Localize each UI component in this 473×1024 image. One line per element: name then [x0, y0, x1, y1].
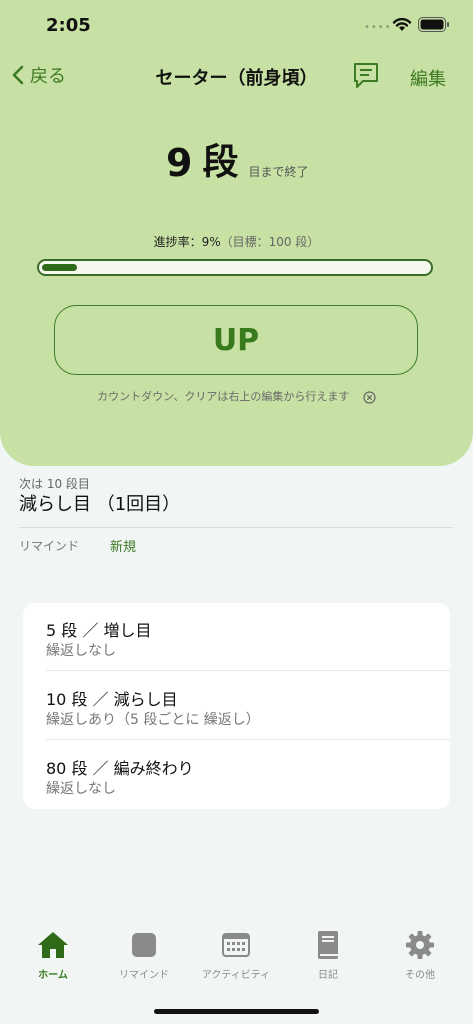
reminder-list: 5 段 ／ 増し目 繰返しなし 10 段 ／ 減らし目 繰返しあり（5 段ごとに… [23, 603, 450, 809]
divider [19, 527, 453, 528]
tab-activity[interactable]: アクティビティ [189, 928, 283, 981]
square-icon [132, 933, 156, 957]
status-time: 2:05 [46, 15, 91, 36]
list-item[interactable]: 80 段 ／ 編み終わり 繰返しなし [23, 741, 450, 809]
reminder-repeat: 繰返しなし [46, 643, 116, 659]
row-counter: 9 段 目まで終了 [166, 142, 308, 184]
progress-goal: （目標：100 段） [220, 235, 320, 249]
current-row-number: 9 [166, 141, 193, 185]
reminder-repeat: 繰返しあり（5 段ごとに 繰返し） [46, 712, 260, 728]
home-indicator [154, 1009, 319, 1014]
calendar-icon [222, 933, 250, 957]
up-button[interactable]: UP [54, 305, 418, 375]
wifi-icon [392, 17, 412, 31]
list-item[interactable]: 5 段 ／ 増し目 繰返しなし [23, 603, 450, 671]
row-separator [46, 739, 450, 740]
tab-home[interactable]: ホーム [6, 928, 100, 981]
status-bar: 2:05 •••• [0, 0, 473, 52]
list-item[interactable]: 10 段 ／ 減らし目 繰返しあり（5 段ごとに 繰返し） [23, 672, 450, 740]
tab-label: ホーム [38, 970, 68, 981]
reminder-title: 10 段 ／ 減らし目 [46, 690, 178, 709]
tab-label: その他 [405, 970, 435, 981]
comment-icon[interactable] [351, 60, 381, 90]
reminder-title: 80 段 ／ 編み終わり [46, 759, 194, 778]
page-title: セーター（前身頃） [155, 68, 318, 89]
tab-diary[interactable]: 日記 [281, 928, 375, 981]
tab-label: リマインド [119, 970, 169, 981]
hint-message: カウントダウン、クリアは右上の編集から行えます [97, 390, 350, 403]
tab-label: 日記 [318, 970, 338, 981]
progress-rate: 進捗率：9% [153, 235, 221, 249]
row-separator [46, 670, 450, 671]
gear-icon [406, 931, 434, 959]
next-action-title: 減らし目 （1回目） [19, 494, 181, 515]
reminder-repeat: 繰返しなし [46, 781, 116, 797]
progress-label: 進捗率：9%（目標：100 段） [0, 233, 473, 250]
tab-remind[interactable]: リマインド [97, 928, 191, 981]
reminder-title: 5 段 ／ 増し目 [46, 621, 152, 640]
row-unit: 段 [202, 142, 239, 183]
close-icon[interactable] [363, 390, 376, 404]
tab-bar: ホーム リマインド アクティビティ 日記 その他 [0, 928, 473, 998]
edit-button[interactable]: 編集 [410, 65, 446, 91]
new-remind-button[interactable]: 新規 [110, 536, 136, 555]
book-icon [318, 931, 338, 959]
counter-suffix: 目まで終了 [248, 165, 309, 179]
remind-label: リマインド [19, 539, 80, 553]
progress-fill [42, 264, 77, 271]
tab-other[interactable]: その他 [373, 928, 467, 981]
navigation-bar: 戻る セーター（前身頃） 編集 [0, 56, 473, 96]
hint-text: カウントダウン、クリアは右上の編集から行えます [0, 388, 473, 404]
home-icon [38, 932, 68, 958]
tab-label: アクティビティ [201, 970, 271, 981]
cellular-signal-icon: •••• [364, 22, 392, 33]
progress-bar [37, 259, 433, 276]
battery-icon [418, 17, 449, 32]
